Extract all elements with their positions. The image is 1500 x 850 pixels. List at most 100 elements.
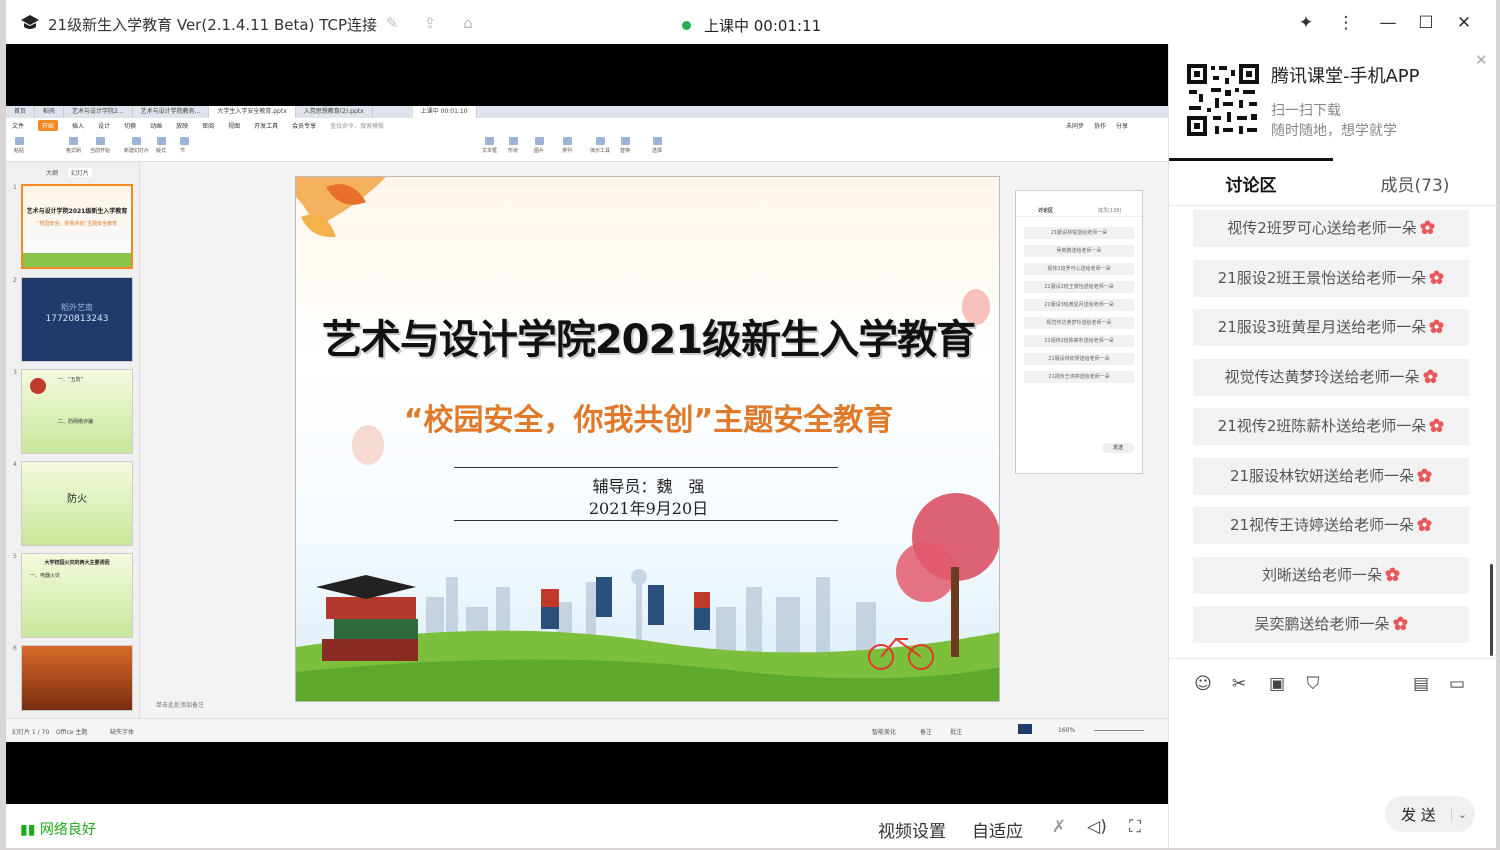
slide-subtitle: “校园安全，你我共创”主题安全教育 bbox=[403, 403, 894, 438]
app-sub-download: 扫一扫下载 bbox=[1271, 103, 1341, 119]
pin-icon[interactable]: ✦ bbox=[1294, 11, 1318, 35]
flower-icon bbox=[1429, 270, 1444, 285]
wps-tab: 艺术与设计学院2... bbox=[64, 106, 133, 118]
share-icon[interactable]: ⇪ bbox=[420, 14, 440, 32]
wps-tab: 大学生入学安全教育.pptx bbox=[209, 106, 296, 118]
fullscreen-icon[interactable]: ⛶ bbox=[1124, 816, 1146, 838]
tab-discussion[interactable]: 讨论区 bbox=[1169, 158, 1333, 206]
home-icon[interactable]: ⌂ bbox=[458, 14, 478, 32]
slide-advisor: 辅导员：魏 强 bbox=[592, 477, 705, 496]
mini-message: 视传2班罗可心送给老师一朵 bbox=[1024, 263, 1134, 275]
chat-message-text: 视觉传达黄梦玲送给老师一朵 bbox=[1224, 368, 1420, 386]
chat-message-text: 视传2班罗可心送给老师一朵 bbox=[1227, 219, 1417, 237]
thumb-tab-slides: 幻灯片 bbox=[68, 168, 93, 177]
flower-icon bbox=[1422, 369, 1438, 384]
ribbon-item: 新建幻灯片 bbox=[124, 137, 149, 157]
flower-icon bbox=[1429, 319, 1444, 334]
chat-message: 吴奕鹏送给老师一朵 bbox=[1193, 606, 1469, 643]
flower-icon bbox=[1417, 517, 1432, 532]
slide-thumb[interactable]: 稻外艺南 17720813243 bbox=[21, 277, 133, 362]
thumb-number: 5 bbox=[13, 553, 17, 560]
wps-tab: 入党思想教育(2).pptx bbox=[296, 106, 373, 118]
mini-tab-discuss: 讨论区 bbox=[1038, 208, 1054, 214]
wps-menu-item: 会员专享 bbox=[292, 122, 317, 130]
ribbon-item: 演示工具 bbox=[590, 137, 610, 157]
shared-screen: 首页 稻壳 艺术与设计学院2... 艺术与设计学院教务... 大学生入学安全教育… bbox=[6, 106, 1168, 742]
slide-thumb[interactable]: 一、“五防” 二、防网络诈骗 bbox=[21, 369, 133, 454]
video-settings-button[interactable]: 视频设置 bbox=[878, 817, 946, 842]
chevron-down-icon[interactable]: ⌄ bbox=[1451, 807, 1473, 821]
shield-icon[interactable]: ⛉ bbox=[1301, 672, 1325, 696]
chat-message-text: 21视传王诗婷送给老师一朵 bbox=[1229, 516, 1415, 534]
chat-message-text: 21服设2班王景怡送给老师一朵 bbox=[1217, 269, 1427, 287]
video-area: 首页 稻壳 艺术与设计学院2... 艺术与设计学院教务... 大学生入学安全教育… bbox=[6, 44, 1168, 804]
edit-icon[interactable]: ✎ bbox=[382, 14, 402, 32]
wps-menu-item: 设计 bbox=[98, 122, 111, 130]
notes-placeholder: 单击此处添加备注 bbox=[156, 702, 205, 709]
slide-thumb[interactable]: 大学校园火灾的两大主要诱因 一、电器火灾 bbox=[21, 553, 133, 638]
status-notes: 备注 bbox=[920, 729, 933, 736]
wps-tab: 上课中 00:01:10 bbox=[412, 106, 477, 118]
thumb-number: 6 bbox=[13, 645, 17, 652]
slide-background-art bbox=[296, 177, 999, 701]
tab-members[interactable]: 成员(73) bbox=[1333, 158, 1497, 206]
wps-share: 分享 bbox=[1115, 122, 1128, 130]
wps-menu-item: 视图 bbox=[228, 122, 241, 130]
class-status: 上课中 00:01:11 bbox=[682, 15, 821, 36]
speaker-icon[interactable]: ◁) bbox=[1086, 816, 1108, 838]
thumb-title: 艺术与设计学院2021级新生入学教育 bbox=[26, 208, 128, 215]
close-button[interactable]: ✕ bbox=[1452, 11, 1476, 35]
chat-scrollbar[interactable] bbox=[1490, 564, 1493, 656]
chat-message: 21服设林钦妍送给老师一朵 bbox=[1193, 458, 1469, 495]
flower-icon bbox=[1385, 567, 1400, 582]
app-sub-slogan: 随时随地，想学就学 bbox=[1271, 123, 1397, 139]
close-promo-icon[interactable]: ✕ bbox=[1475, 51, 1488, 69]
ribbon-item: 替换 bbox=[620, 137, 630, 157]
wps-menu-item: 插入 bbox=[72, 122, 85, 130]
mini-message: 21服设3班黄星月送给老师一朵 bbox=[1024, 299, 1134, 311]
wps-menu-item: 审阅 bbox=[202, 122, 215, 130]
thumb-title: 稻外艺南 bbox=[61, 303, 93, 312]
minimize-button[interactable]: — bbox=[1376, 11, 1400, 35]
wps-ribbon: 粘贴 格式刷 当前开始 新建幻灯片 版式 节 文本框 形状 图片 排列 演示工具… bbox=[6, 132, 1168, 162]
mini-send: 发送 bbox=[1102, 443, 1134, 453]
thumb-sub: 一、电器火灾 bbox=[30, 573, 61, 579]
side-panel: 腾讯课堂-手机APP 扫一扫下载 随时随地，想学就学 ✕ 讨论区 成员(73) … bbox=[1168, 44, 1497, 848]
class-timer: 上课中 00:01:11 bbox=[704, 17, 822, 35]
wps-menu-item: 开始 bbox=[38, 119, 59, 131]
image-icon[interactable]: ▣ bbox=[1265, 672, 1289, 696]
chat-message-text: 吴奕鹏送给老师一朵 bbox=[1254, 615, 1390, 633]
thumb-sub: 二、防网络诈骗 bbox=[58, 419, 94, 425]
current-slide: 艺术与设计学院2021级新生入学教育 “校园安全，你我共创”主题安全教育 辅导员… bbox=[295, 176, 1000, 702]
mini-message: 21服设林锐送给老师一朵 bbox=[1024, 227, 1134, 239]
send-button[interactable]: 发 送 ⌄ bbox=[1385, 796, 1475, 832]
auto-fit-button[interactable]: 自适应 bbox=[972, 817, 1023, 842]
wps-sync: 未同步 bbox=[1065, 122, 1084, 130]
chat-message: 21视传王诗婷送给老师一朵 bbox=[1193, 507, 1469, 544]
wps-collab: 协作 bbox=[1093, 122, 1106, 130]
more-icon[interactable]: ⋮ bbox=[1334, 11, 1358, 35]
slide-thumb[interactable] bbox=[21, 645, 133, 711]
mic-muted-icon[interactable]: ✗ bbox=[1048, 816, 1070, 838]
mini-tab-members: 成员(138) bbox=[1098, 208, 1122, 214]
card-icon[interactable]: ▤ bbox=[1409, 672, 1433, 696]
wps-tab-strip: 首页 稻壳 艺术与设计学院2... 艺术与设计学院教务... 大学生入学安全教育… bbox=[6, 106, 1168, 118]
slide-thumb[interactable]: 防火 bbox=[21, 461, 133, 546]
wps-tab: 稻壳 bbox=[35, 106, 65, 118]
send-label: 发 送 bbox=[1401, 805, 1436, 824]
bottom-bar: ▮▮ 网络良好 视频设置 自适应 ✗ ◁) ⛶ bbox=[6, 804, 1168, 848]
thumb-title: 防火 bbox=[67, 494, 87, 505]
scissors-icon[interactable]: ✂ bbox=[1227, 672, 1251, 696]
chat-message: 刘晰送给老师一朵 bbox=[1193, 557, 1469, 594]
thumb-title: 大学校园火灾的两大主要诱因 bbox=[44, 560, 110, 566]
maximize-button[interactable]: ☐ bbox=[1414, 11, 1438, 35]
slide-thumb[interactable]: 艺术与设计学院2021级新生入学教育 “校园安全，你我共创”主题安全教育 bbox=[21, 184, 133, 269]
comment-icon[interactable]: ▭ bbox=[1445, 672, 1469, 696]
wps-menu-item: 切换 bbox=[124, 122, 137, 130]
chat-message-text: 21服设林钦妍送给老师一朵 bbox=[1229, 467, 1415, 485]
slide-divider bbox=[454, 467, 838, 468]
mini-message: 21视传王诗婷送给老师一朵 bbox=[1024, 371, 1134, 383]
wps-status-bar: 单击此处添加备注 幻灯片 1 / 70 Office 主题 缺失字体 智能美化 … bbox=[6, 702, 1168, 742]
emoji-icon[interactable]: ☺ bbox=[1191, 672, 1215, 696]
thumb-number: 3 bbox=[13, 369, 17, 376]
